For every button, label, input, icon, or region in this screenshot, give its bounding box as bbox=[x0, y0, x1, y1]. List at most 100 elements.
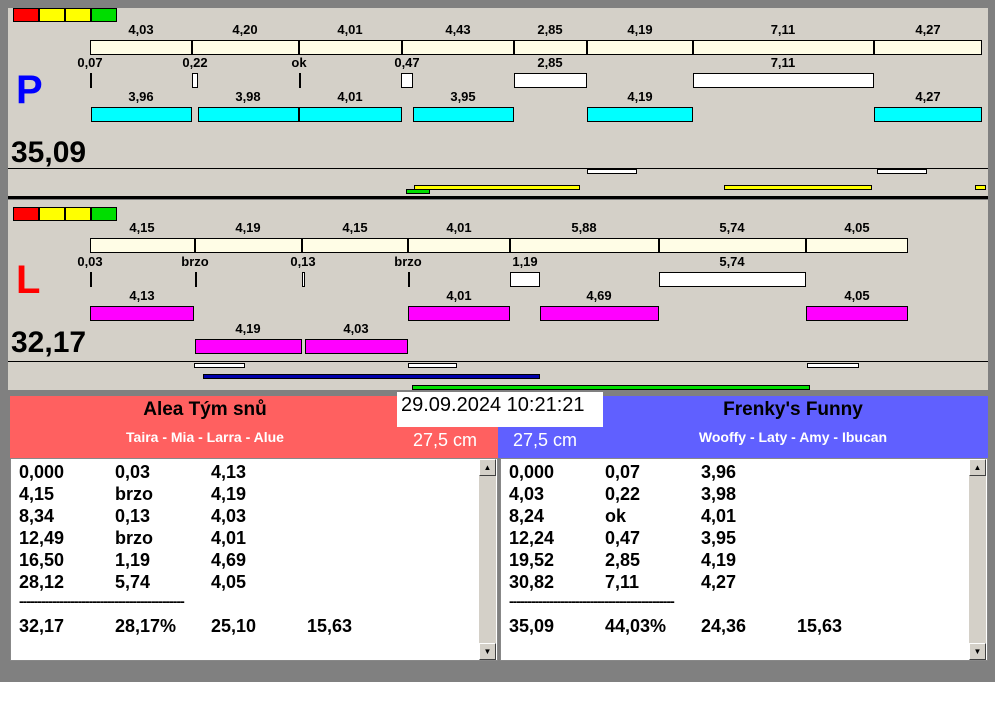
cell: 8,34 bbox=[19, 506, 55, 526]
cell: 8,24 bbox=[509, 506, 545, 526]
segment-label: 5,88 bbox=[571, 220, 597, 235]
segment-bar bbox=[510, 272, 540, 287]
summary-cell: 28,17% bbox=[115, 616, 177, 636]
segment-bar bbox=[302, 272, 305, 287]
progress-strip bbox=[414, 185, 580, 190]
segment-label: 7,11 bbox=[770, 55, 796, 70]
segment-bar bbox=[299, 73, 301, 88]
segment-bar bbox=[305, 339, 408, 354]
cell: 0,47 bbox=[605, 528, 641, 548]
cell: 28,12 bbox=[19, 572, 65, 592]
panel-divider bbox=[8, 196, 988, 199]
right-scrollbar[interactable]: ▲ ▼ bbox=[969, 459, 986, 660]
segment-label: 4,01 bbox=[337, 89, 363, 104]
segment-label: brzo bbox=[181, 254, 209, 269]
segment-bar bbox=[514, 73, 587, 88]
segment-label: 4,19 bbox=[235, 220, 261, 235]
side-label-p: P bbox=[16, 68, 43, 112]
cell: 4,01 bbox=[701, 506, 737, 526]
datetime: 29.09.2024 10:21:21 bbox=[397, 392, 603, 427]
cell: 4,13 bbox=[211, 462, 247, 482]
cell: 12,24 bbox=[509, 528, 555, 548]
right-team-height: 27,5 cm bbox=[513, 430, 578, 450]
scroll-down-arrow-icon[interactable]: ▼ bbox=[479, 643, 496, 660]
right-results-list[interactable]: ▲ ▼ 0,000 0,07 3,96 4,03 0,22 3,98 8,24 ok 4,01 1… bbox=[500, 458, 988, 661]
right-team-members: Wooffy - Laty - Amy - Ibucan bbox=[698, 429, 888, 445]
segment-bar bbox=[299, 40, 402, 55]
cell: brzo bbox=[115, 484, 153, 504]
status-light bbox=[91, 8, 117, 22]
segment-bar bbox=[413, 107, 514, 122]
cell: 1,19 bbox=[115, 550, 151, 570]
summary-cell: 25,10 bbox=[211, 616, 257, 636]
left-team-height: 27,5 cm bbox=[413, 430, 478, 450]
track-line bbox=[8, 168, 988, 169]
cell: 5,74 bbox=[115, 572, 151, 592]
segment-bar bbox=[693, 40, 874, 55]
summary-cell: 15,63 bbox=[797, 616, 843, 636]
side-label-l: L bbox=[16, 258, 41, 302]
total-l: 32,17 bbox=[11, 326, 87, 359]
segment-label: 4,01 bbox=[337, 22, 363, 37]
segment-label: 4,15 bbox=[129, 220, 155, 235]
segment-bar bbox=[514, 40, 587, 55]
cell: 4,19 bbox=[701, 550, 737, 570]
summary-cell: 35,09 bbox=[509, 616, 555, 636]
segment-label: 0,07 bbox=[77, 55, 103, 70]
segment-bar bbox=[874, 107, 982, 122]
cell: 4,05 bbox=[211, 572, 247, 592]
progress-strip bbox=[975, 185, 986, 190]
segment-bar bbox=[806, 306, 908, 321]
segment-label: ok bbox=[291, 55, 307, 70]
segment-label: 3,95 bbox=[450, 89, 476, 104]
cell: 0,13 bbox=[115, 506, 151, 526]
progress-strip bbox=[203, 374, 540, 379]
status-light bbox=[39, 8, 65, 22]
cell: 0,03 bbox=[115, 462, 151, 482]
left-scrollbar[interactable]: ▲ ▼ bbox=[479, 459, 496, 660]
segment-label: 2,85 bbox=[537, 55, 563, 70]
progress-strip bbox=[412, 385, 810, 390]
segment-label: 4,69 bbox=[586, 288, 612, 303]
left-team-name: Alea Tým snů bbox=[143, 399, 267, 420]
cell: 4,01 bbox=[211, 528, 247, 548]
segment-label: 4,27 bbox=[915, 89, 941, 104]
segment-label: 2,85 bbox=[537, 22, 563, 37]
cell: 4,19 bbox=[211, 484, 247, 504]
cell: 4,15 bbox=[19, 484, 55, 504]
segment-label: 0,47 bbox=[394, 55, 420, 70]
scroll-up-arrow-icon[interactable]: ▲ bbox=[479, 459, 496, 476]
segment-bar bbox=[192, 73, 198, 88]
status-light bbox=[91, 207, 117, 221]
scroll-up-arrow-icon[interactable]: ▲ bbox=[969, 459, 986, 476]
progress-strip bbox=[807, 363, 859, 368]
segment-bar bbox=[192, 40, 299, 55]
segment-label: 0,13 bbox=[290, 254, 316, 269]
segment-bar bbox=[195, 238, 302, 253]
cell: 0,07 bbox=[605, 462, 641, 482]
segment-bar bbox=[408, 306, 510, 321]
cell: 2,85 bbox=[605, 550, 641, 570]
progress-strip bbox=[406, 189, 430, 194]
segment-bar bbox=[408, 272, 410, 287]
separator: ----------------------------------------… bbox=[509, 593, 675, 609]
segment-bar bbox=[90, 306, 194, 321]
panel-p: P 35,09 4,03 4,20 4,01 4,43 2,85 4,19 7,11 4,27… bbox=[8, 8, 988, 196]
segment-label: 4,03 bbox=[128, 22, 154, 37]
segment-label: 4,19 bbox=[627, 89, 653, 104]
segment-label: 0,22 bbox=[182, 55, 208, 70]
cell: 0,000 bbox=[509, 462, 555, 482]
cell: 4,27 bbox=[701, 572, 737, 592]
left-results-list[interactable]: ▲ ▼ 0,000 0,03 4,13 4,15 brzo 4,19 8,34 0,13 4,0… bbox=[10, 458, 498, 661]
segment-bar bbox=[90, 272, 92, 287]
cell: 3,98 bbox=[701, 484, 737, 504]
cell: 16,50 bbox=[19, 550, 65, 570]
segment-bar bbox=[587, 107, 693, 122]
segment-label: 4,01 bbox=[446, 220, 472, 235]
segment-bar bbox=[874, 40, 982, 55]
summary-cell: 32,17 bbox=[19, 616, 65, 636]
segment-bar bbox=[90, 238, 195, 253]
segment-bar bbox=[299, 107, 402, 122]
segment-bar bbox=[90, 73, 92, 88]
scroll-down-arrow-icon[interactable]: ▼ bbox=[969, 643, 986, 660]
